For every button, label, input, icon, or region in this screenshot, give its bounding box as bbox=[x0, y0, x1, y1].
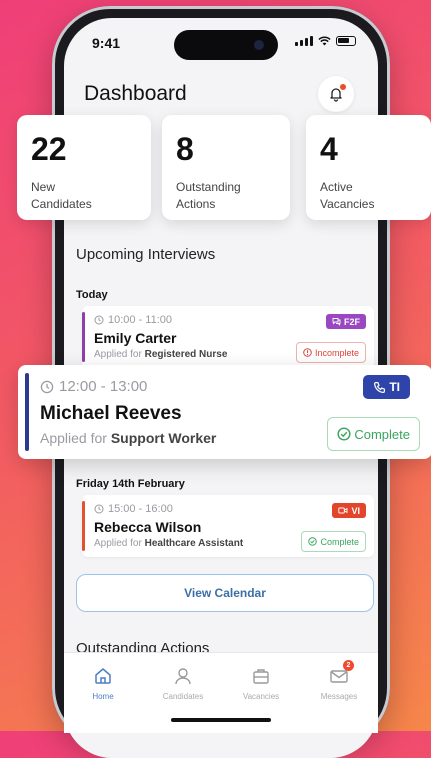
status-badge-complete: Complete bbox=[301, 531, 366, 552]
candidate-name: Rebecca Wilson bbox=[94, 519, 202, 535]
card-accent bbox=[82, 312, 85, 362]
view-calendar-button[interactable]: View Calendar bbox=[76, 574, 374, 612]
interview-type-badge: TI bbox=[363, 375, 410, 399]
home-icon bbox=[92, 665, 114, 687]
dynamic-island bbox=[174, 30, 278, 60]
nav-item-vacancies[interactable]: Vacancies bbox=[226, 665, 296, 701]
status-time: 9:41 bbox=[92, 35, 121, 51]
status-badge-incomplete: Incomplete bbox=[295, 342, 366, 363]
interview-time: 15:00 - 16:00 bbox=[94, 503, 173, 515]
interview-card-michael-reeves[interactable]: 12:00 - 13:00 Michael Reeves Applied for… bbox=[18, 365, 431, 459]
signal-icon bbox=[295, 35, 313, 46]
home-indicator bbox=[171, 718, 271, 722]
interview-card-rebecca-wilson[interactable]: 15:00 - 16:00 Rebecca Wilson Applied for… bbox=[82, 495, 374, 557]
card-accent bbox=[25, 373, 29, 451]
nav-item-messages[interactable]: 2 Messages bbox=[304, 660, 374, 701]
candidate-name: Emily Carter bbox=[94, 330, 177, 346]
applied-for: Applied for Support Worker bbox=[40, 430, 217, 446]
stat-value: 22 bbox=[31, 131, 67, 167]
clock-icon bbox=[94, 315, 104, 325]
stat-card-outstanding-actions[interactable]: 8 Outstanding Actions bbox=[162, 115, 290, 220]
nav-item-candidates[interactable]: Candidates bbox=[148, 665, 218, 701]
stat-value: 4 bbox=[320, 131, 338, 167]
interview-type-badge: VI bbox=[332, 503, 366, 518]
wifi-icon bbox=[318, 35, 331, 45]
check-circle-icon bbox=[308, 537, 318, 546]
nav-label: Candidates bbox=[162, 692, 204, 701]
video-icon bbox=[338, 507, 348, 514]
status-badge-complete: Complete bbox=[327, 417, 420, 451]
clock-icon bbox=[94, 504, 104, 514]
user-icon bbox=[172, 665, 194, 687]
briefcase-icon bbox=[250, 665, 272, 687]
stat-value: 8 bbox=[176, 131, 194, 167]
phone-icon bbox=[374, 381, 386, 393]
alert-icon bbox=[303, 348, 312, 357]
nav-label: Home bbox=[92, 692, 114, 701]
check-circle-icon bbox=[337, 427, 351, 441]
day-label: Friday 14th February bbox=[76, 478, 185, 490]
nav-item-home[interactable]: Home bbox=[68, 665, 138, 701]
section-heading-upcoming-interviews: Upcoming Interviews bbox=[76, 246, 216, 263]
stat-label: New Candidates bbox=[31, 180, 92, 211]
day-label: Today bbox=[76, 289, 108, 301]
clock-icon bbox=[40, 380, 54, 393]
message-count-badge: 2 bbox=[343, 660, 354, 671]
stat-card-new-candidates[interactable]: 22 New Candidates bbox=[17, 115, 151, 220]
nav-label: Messages bbox=[320, 692, 358, 701]
page-title: Dashboard bbox=[84, 82, 187, 105]
camera-icon bbox=[254, 40, 264, 50]
interview-card-emily-carter[interactable]: 10:00 - 11:00 Emily Carter Applied for R… bbox=[82, 306, 374, 368]
interview-time: 10:00 - 11:00 bbox=[94, 314, 172, 326]
applied-for: Applied for Registered Nurse bbox=[94, 349, 228, 360]
nav-label: Vacancies bbox=[242, 692, 280, 701]
card-accent bbox=[82, 501, 85, 551]
stat-label: Active Vacancies bbox=[320, 180, 375, 211]
battery-icon bbox=[336, 35, 356, 46]
status-bar: 9:41 bbox=[64, 18, 378, 68]
status-icons bbox=[295, 35, 356, 46]
stat-label: Outstanding Actions bbox=[176, 180, 241, 211]
mail-icon: 2 bbox=[328, 660, 354, 687]
chat-icon bbox=[332, 318, 341, 326]
notifications-button[interactable] bbox=[318, 76, 354, 112]
notification-dot bbox=[340, 84, 346, 90]
stat-card-active-vacancies[interactable]: 4 Active Vacancies bbox=[306, 115, 431, 220]
interview-type-badge: F2F bbox=[325, 314, 366, 329]
interview-time: 12:00 - 13:00 bbox=[40, 378, 147, 395]
candidate-name: Michael Reeves bbox=[40, 403, 182, 424]
applied-for: Applied for Healthcare Assistant bbox=[94, 538, 244, 549]
